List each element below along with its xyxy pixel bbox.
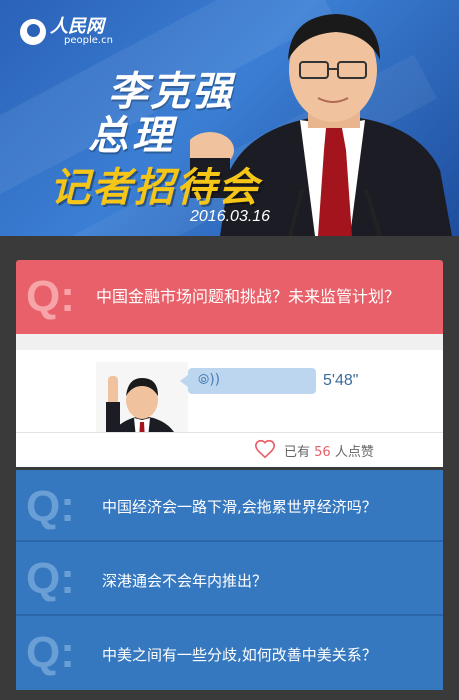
question-text: 深港通会不会年内推出？ xyxy=(102,572,268,590)
event-date: 2016.03.16 xyxy=(190,208,271,225)
logo-cn: 人民网 xyxy=(50,16,104,37)
logo-icon xyxy=(20,19,46,45)
people-cn-logo: 人民网 people.cn xyxy=(20,18,113,46)
q-icon: Q: xyxy=(26,272,75,321)
audio-duration: 5'48" xyxy=(323,372,359,389)
question-item[interactable]: Q: 中美之间有一些分歧,如何改善中美关系？ xyxy=(16,616,443,690)
question-item[interactable]: Q: 深港通会不会年内推出？ xyxy=(16,542,443,616)
likes-row: 已有 56 人点赞 xyxy=(16,432,443,467)
audio-play-button[interactable]: ⦾)) xyxy=(180,368,316,394)
question-item[interactable]: Q: 中国经济会一路下滑,会拖累世界经济吗？ xyxy=(16,470,443,542)
title-line1: 李克强 xyxy=(108,69,234,115)
header-banner: 人民网 people.cn 李克强 总理 记者招待会 2016.03.16 xyxy=(0,0,459,236)
audio-wave-icon: ⦾)) xyxy=(198,372,221,388)
q-icon: Q: xyxy=(26,482,75,531)
question-text: 中国金融市场问题和挑战？未来监管计划？ xyxy=(96,287,401,306)
logo-en: people.cn xyxy=(64,35,113,46)
title-line3: 记者招待会 xyxy=(50,165,260,211)
likes-count: 56 xyxy=(314,445,331,460)
q-icon: Q: xyxy=(26,554,75,603)
likes-count-text: 已有 56 人点赞 xyxy=(284,445,374,460)
question-list: Q: 中国金融市场问题和挑战？未来监管计划？ ⦾)) 5'48" 已有 56 人… xyxy=(0,236,459,700)
question-item-active[interactable]: Q: 中国金融市场问题和挑战？未来监管计划？ xyxy=(16,260,443,334)
heart-icon[interactable] xyxy=(254,438,276,460)
answer-divider xyxy=(16,334,443,350)
title-line2: 总理 xyxy=(88,113,176,159)
q-icon: Q: xyxy=(26,628,75,677)
question-text: 中美之间有一些分歧,如何改善中美关系？ xyxy=(102,646,377,664)
question-text: 中国经济会一路下滑,会拖累世界经济吗？ xyxy=(102,498,377,516)
